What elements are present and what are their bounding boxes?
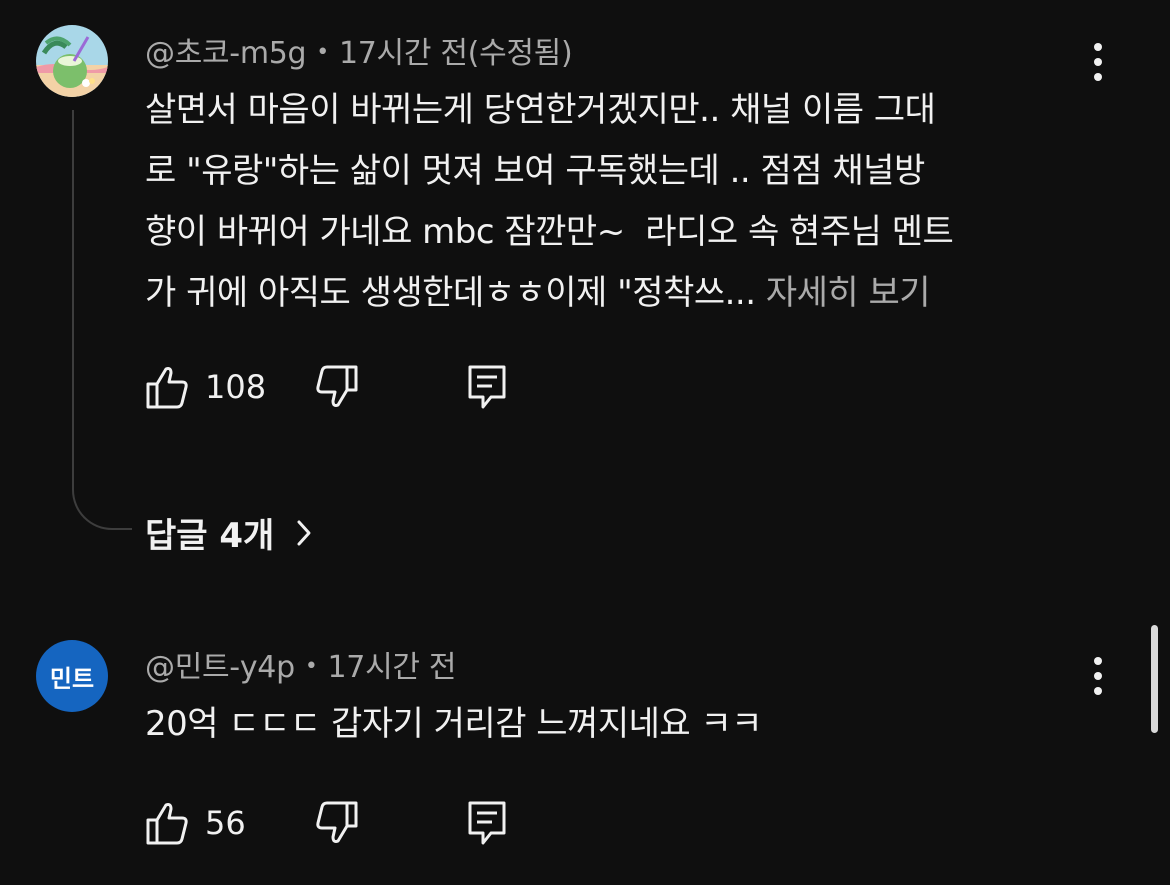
reply-comment-icon bbox=[468, 801, 506, 845]
like-button[interactable]: 56 bbox=[145, 800, 246, 846]
meta-separator: • bbox=[304, 654, 318, 679]
like-count: 56 bbox=[205, 804, 246, 842]
scrollbar[interactable] bbox=[1151, 625, 1158, 733]
thumbs-up-icon bbox=[146, 803, 188, 845]
reply-button[interactable] bbox=[467, 800, 507, 846]
comment-meta: @민트-y4p • 17시간 전 bbox=[145, 642, 457, 686]
comment-time[interactable]: 17시간 전 bbox=[328, 650, 457, 685]
comment-text: 20억 ㄷㄷㄷ 갑자기 거리감 느껴지네요 ㅋㅋ bbox=[145, 694, 1095, 755]
avatar-initials: 민트 bbox=[49, 664, 95, 693]
dislike-button[interactable] bbox=[315, 800, 359, 846]
more-vert-icon[interactable] bbox=[1082, 654, 1114, 698]
comment-body: 20억 ㄷㄷㄷ 갑자기 거리감 느껴지네요 ㅋㅋ bbox=[145, 704, 763, 744]
comment-thread-2: 민트 @민트-y4p • 17시간 전 20억 ㄷㄷㄷ 갑자기 거리감 느껴지네요 … bbox=[0, 0, 1170, 885]
avatar[interactable]: 민트 bbox=[36, 640, 108, 712]
thumbs-down-icon bbox=[316, 801, 358, 843]
author-name[interactable]: @민트-y4p bbox=[145, 650, 295, 685]
